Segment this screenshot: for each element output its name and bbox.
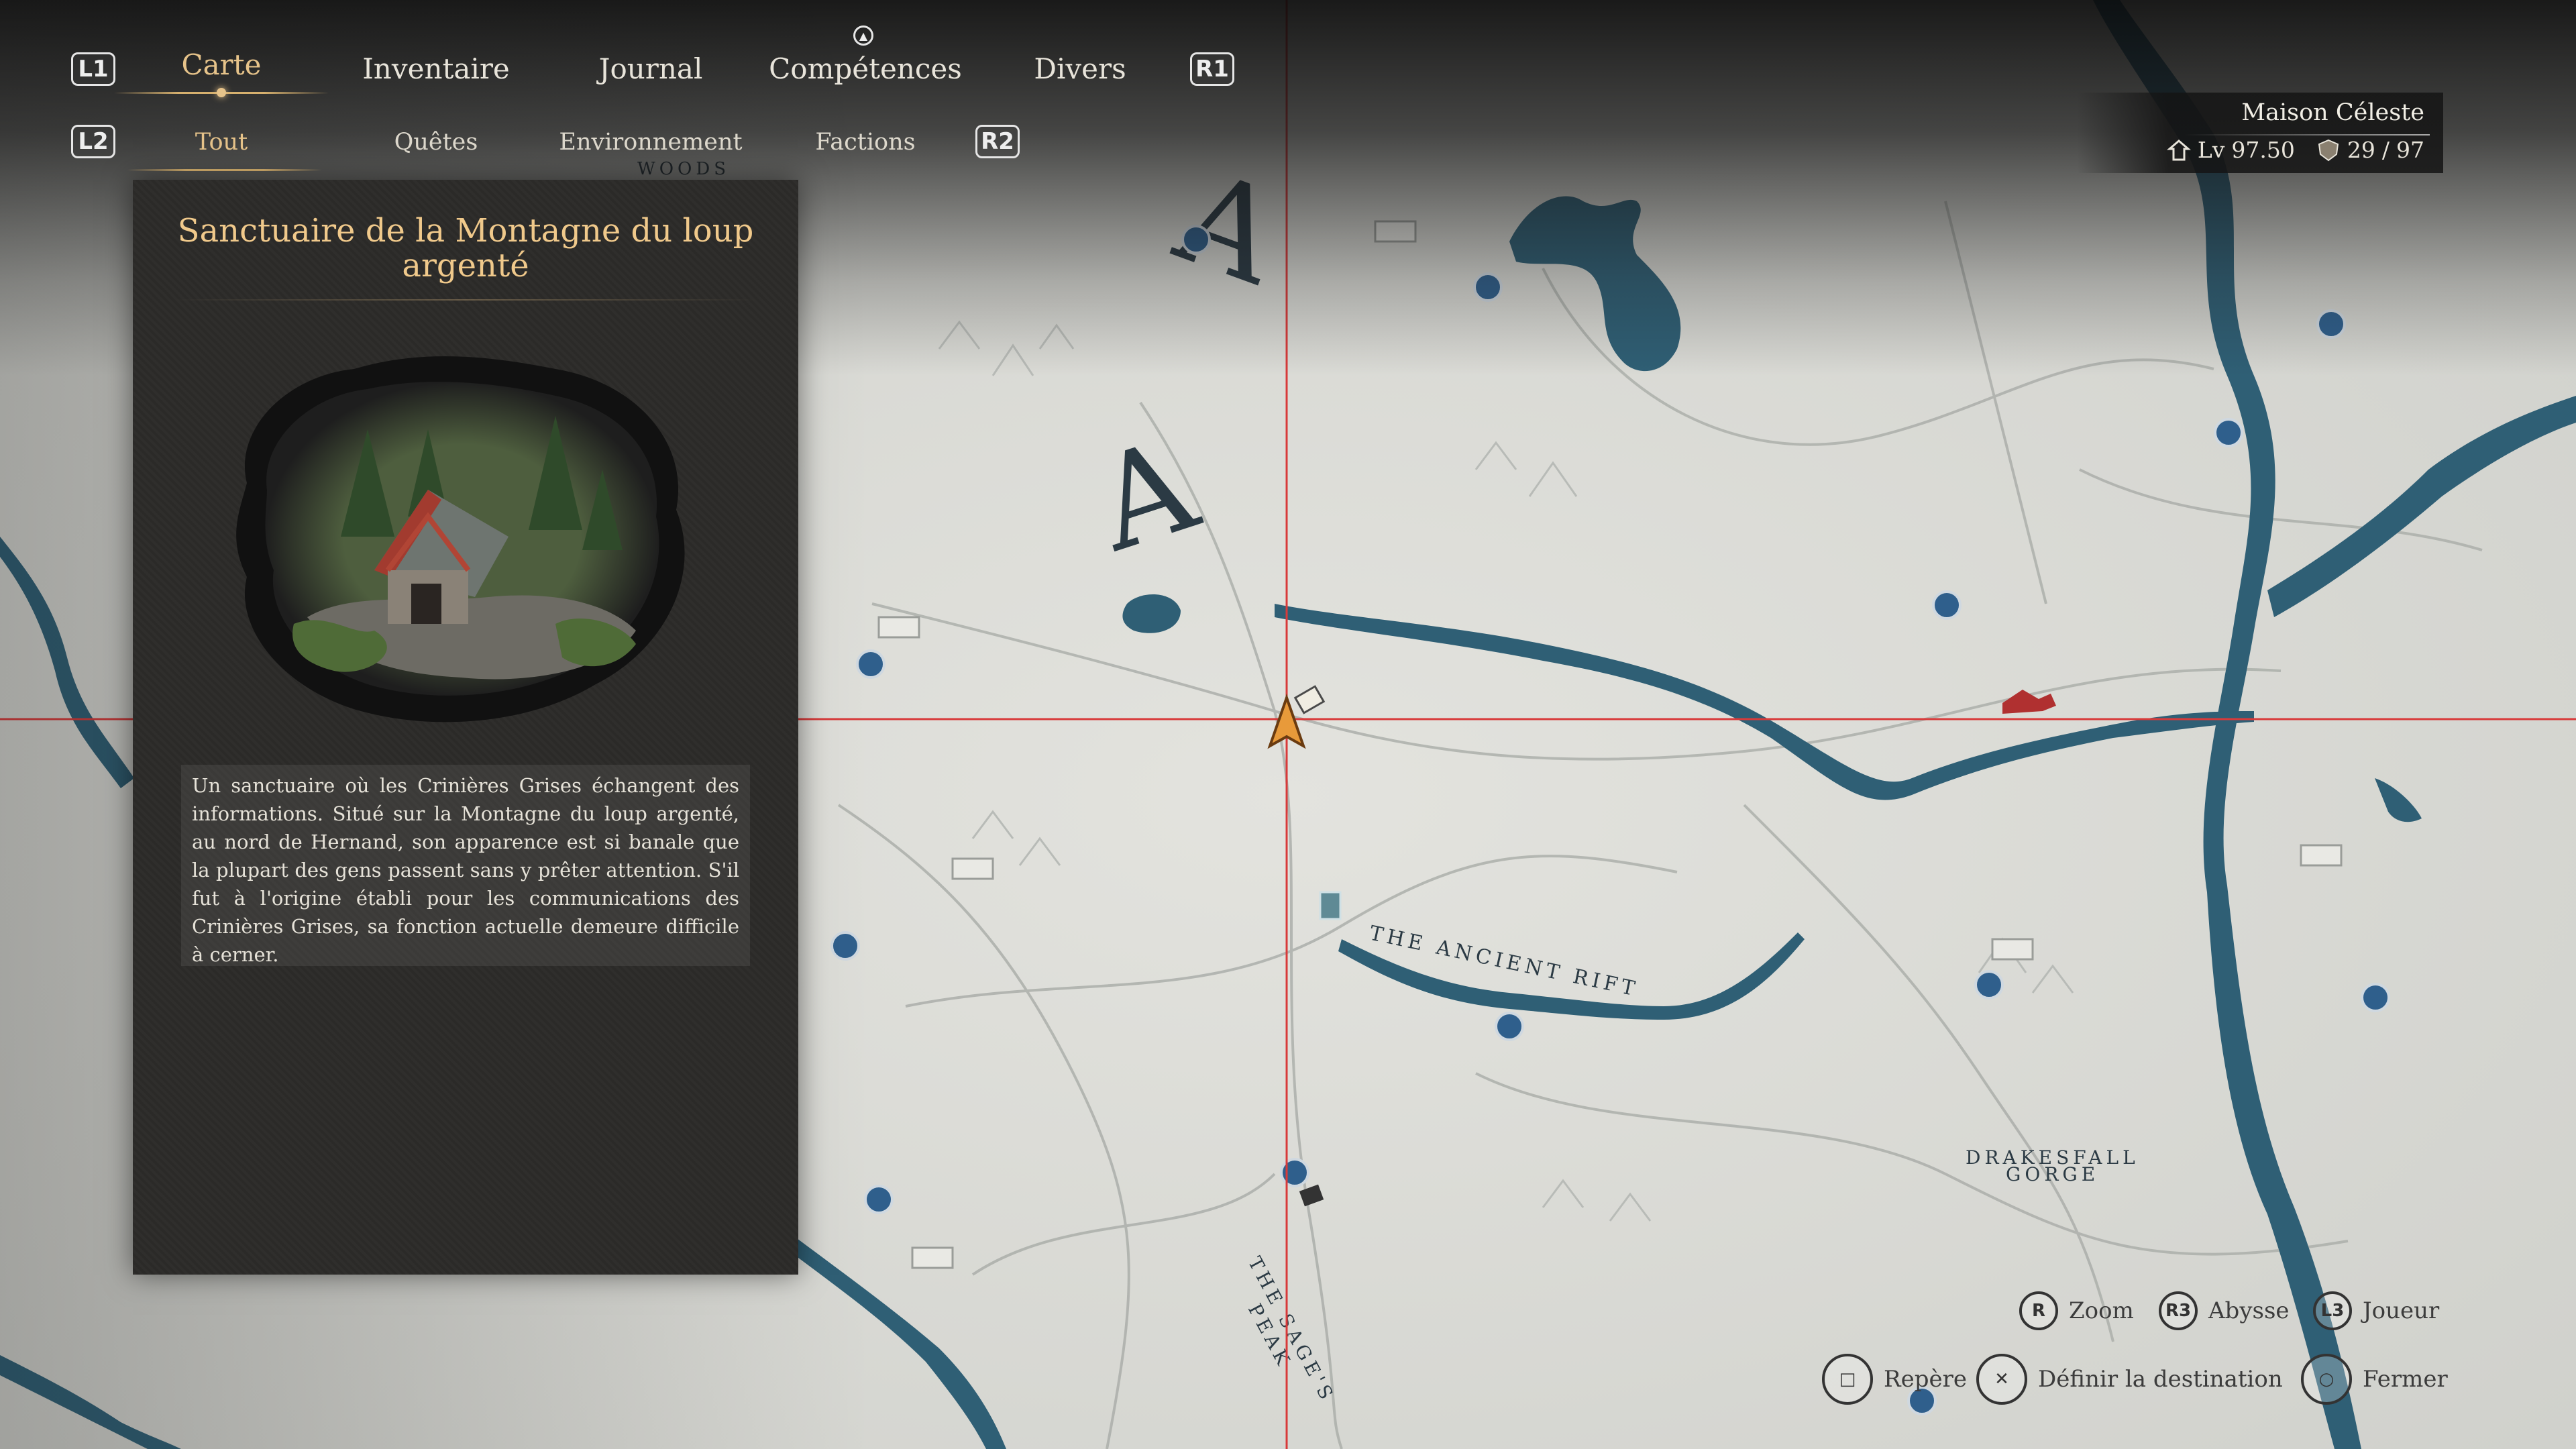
filter-tout[interactable]: Tout [161,129,282,156]
level-label: Lv [2197,137,2225,163]
r1-button[interactable]: R1 [1190,52,1234,86]
circle-button-icon: ○ [2301,1354,2352,1405]
tab-carte[interactable]: Carte [161,48,282,81]
location-info-panel: Sanctuaire de la Montagne du loup argent… [133,180,798,1275]
hint-player[interactable]: L3 Joueur [2313,1291,2439,1330]
hint-abyss-label: Abysse [2208,1297,2290,1324]
filter-quetes[interactable]: Quêtes [369,129,503,156]
r-stick-icon: R [2019,1291,2058,1330]
tab-journal[interactable]: Journal [577,52,724,85]
l3-button-icon: L3 [2313,1291,2352,1330]
label-gorge: GORGE [2006,1163,2099,1185]
active-tab-dot [217,88,226,97]
l2-button[interactable]: L2 [71,125,115,158]
count-separator: / [2381,137,2390,163]
crest-icon [2318,139,2339,161]
hint-destination-label: Définir la destination [2038,1366,2283,1393]
hint-zoom[interactable]: R Zoom [2019,1291,2134,1330]
save-info: Maison Céleste Lv 97.50 29 / 97 [2077,93,2443,173]
tab-inventaire[interactable]: Inventaire [356,52,517,85]
location-description: Un sanctuaire où les Crinières Grises éc… [192,774,739,966]
collected-total: 97 [2396,137,2424,163]
filter-environnement[interactable]: Environnement [557,129,745,156]
l1-button[interactable]: L1 [71,52,115,86]
r2-button[interactable]: R2 [975,125,1020,158]
description-box: Un sanctuaire où les Crinières Grises éc… [181,765,750,966]
save-stats: Lv 97.50 29 / 97 [2166,137,2424,163]
hint-player-label: Joueur [2363,1297,2440,1324]
level-icon [2166,139,2191,160]
filter-tout-underline [127,169,322,171]
hint-marker-label: Repère [1884,1366,1967,1393]
skill-point-icon: ▲ [853,25,873,46]
level-value: 97.50 [2231,137,2295,163]
tab-competences[interactable]: Compétences [765,52,966,85]
hint-destination[interactable]: ✕ Définir la destination [1976,1354,2283,1405]
location-title: Sanctuaire de la Montagne du loup argent… [177,212,754,284]
location-illustration [236,356,685,722]
r3-button-icon: R3 [2159,1291,2198,1330]
hint-zoom-label: Zoom [2069,1297,2134,1324]
hint-marker[interactable]: □ Repère [1822,1354,1967,1405]
collected-count: 29 [2347,137,2375,163]
save-divider [2184,134,2430,136]
label-woods: WOODS [637,159,730,179]
title-divider [173,299,758,301]
hint-close[interactable]: ○ Fermer [2301,1354,2448,1405]
square-button-icon: □ [1822,1354,1873,1405]
filter-factions[interactable]: Factions [792,129,939,156]
save-name: Maison Céleste [2241,99,2424,126]
cross-button-icon: ✕ [1976,1354,2027,1405]
tab-divers[interactable]: Divers [1020,52,1140,85]
hint-abyss[interactable]: R3 Abysse [2159,1291,2290,1330]
hint-close-label: Fermer [2363,1366,2448,1393]
